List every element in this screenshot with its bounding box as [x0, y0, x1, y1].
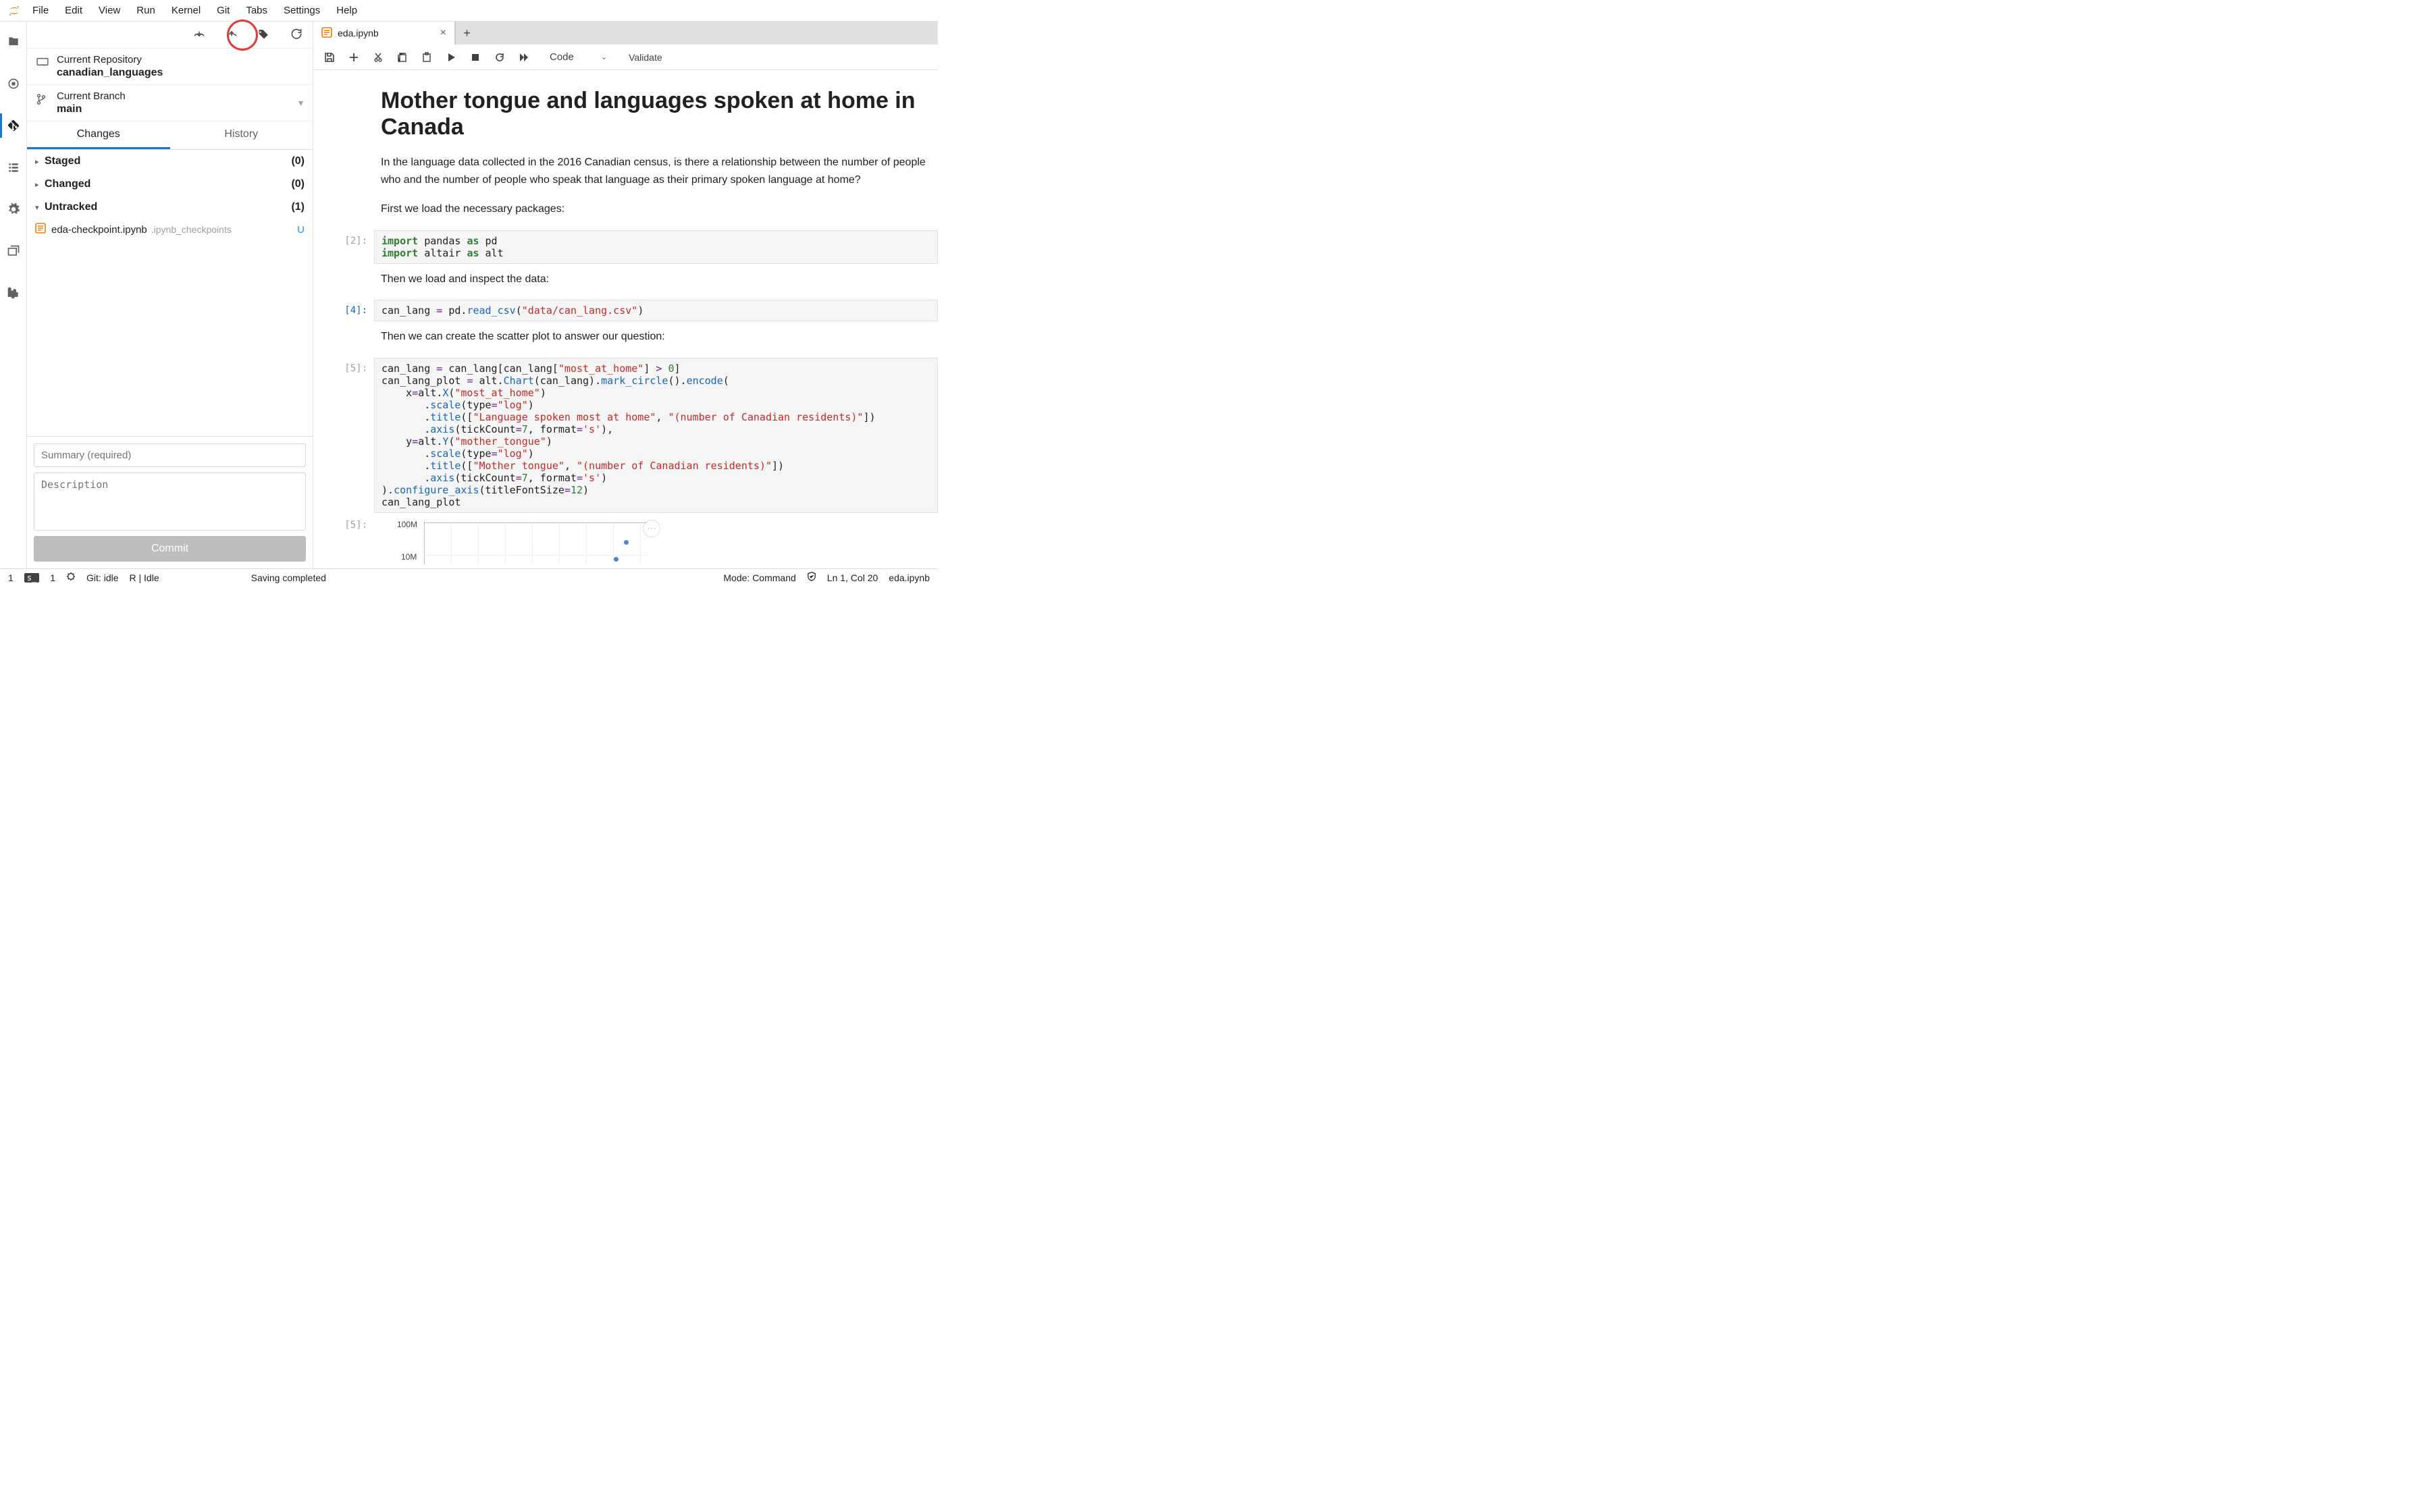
tab-filename: eda.ipynb — [338, 28, 379, 38]
run-all-icon[interactable] — [519, 52, 529, 63]
close-icon[interactable]: × — [440, 27, 446, 39]
code-cell[interactable]: can_lang = pd.read_csv("data/can_lang.cs… — [374, 300, 938, 321]
status-num: 1 — [8, 572, 14, 583]
menu-help[interactable]: Help — [328, 2, 365, 19]
cell-prompt: [5]: — [330, 358, 374, 513]
section-changed[interactable]: ▸ Changed (0) — [27, 173, 313, 196]
caret-down-icon: ▾ — [35, 203, 45, 212]
validate-button[interactable]: Validate — [629, 52, 662, 63]
repo-name: canadian_languages — [57, 67, 303, 79]
menu-settings[interactable]: Settings — [275, 2, 328, 19]
git-pull-icon[interactable] — [192, 28, 206, 42]
notebook-title: Mother tongue and languages spoken at ho… — [381, 88, 938, 140]
cut-icon[interactable] — [373, 52, 384, 63]
activity-toc[interactable] — [0, 155, 27, 180]
activity-tabs-icon[interactable] — [0, 239, 27, 263]
activity-extensions[interactable] — [0, 281, 27, 305]
git-push-icon[interactable] — [225, 28, 238, 42]
git-tab-changes[interactable]: Changes — [27, 122, 170, 149]
repo-icon — [36, 54, 49, 68]
git-tab-history[interactable]: History — [170, 122, 313, 149]
status-git[interactable]: Git: idle — [86, 572, 118, 583]
notebook-paragraph: Then we load and inspect the data: — [381, 271, 938, 288]
status-kernel[interactable]: R | Idle — [130, 572, 159, 583]
kernel-settings-icon[interactable] — [66, 572, 76, 583]
scatter-chart-output: ⋯ 100M 10M — [374, 520, 658, 564]
output-prompt: [5]: — [330, 520, 374, 564]
activity-filebrowser[interactable] — [0, 30, 27, 54]
notebook-paragraph: First we load the necessary packages: — [381, 200, 938, 218]
copy-icon[interactable] — [397, 52, 408, 63]
cell-prompt: [4]: — [330, 300, 374, 321]
menu-kernel[interactable]: Kernel — [163, 2, 209, 19]
celltype-select[interactable]: Code ⌄ — [550, 51, 607, 63]
notebook-paragraph: Then we can create the scatter plot to a… — [381, 328, 938, 346]
file-path: .ipynb_checkpoints — [151, 224, 232, 235]
notebook-tab[interactable]: eda.ipynb × — [313, 22, 455, 45]
notebook-paragraph: In the language data collected in the 20… — [381, 154, 938, 188]
chevron-down-icon: ⌄ — [601, 53, 607, 61]
stop-icon[interactable] — [470, 52, 481, 63]
untracked-file-row[interactable]: eda-checkpoint.ipynb .ipynb_checkpoints … — [27, 219, 313, 240]
menu-tabs[interactable]: Tabs — [238, 2, 275, 19]
status-position[interactable]: Ln 1, Col 20 — [827, 572, 878, 583]
file-status: U — [297, 224, 305, 236]
commit-description-input[interactable] — [34, 473, 306, 531]
branch-label: Current Branch — [57, 90, 290, 102]
restart-icon[interactable] — [494, 52, 505, 63]
activity-git[interactable] — [0, 113, 27, 138]
caret-right-icon: ▸ — [35, 157, 45, 166]
jupyter-logo — [4, 4, 24, 18]
file-name: eda-checkpoint.ipynb — [51, 224, 147, 236]
run-icon[interactable] — [446, 52, 456, 63]
commit-summary-input[interactable] — [34, 443, 306, 467]
menu-edit[interactable]: Edit — [57, 2, 90, 19]
terminal-badge[interactable]: s_ — [24, 573, 39, 583]
branch-name: main — [57, 103, 290, 115]
branch-selector[interactable]: Current Branch main ▾ — [27, 85, 313, 122]
cell-prompt: [2]: — [330, 230, 374, 264]
repo-label: Current Repository — [57, 54, 303, 65]
section-staged[interactable]: ▸ Staged (0) — [27, 150, 313, 173]
activity-running[interactable] — [0, 72, 27, 96]
menu-view[interactable]: View — [90, 2, 128, 19]
save-icon[interactable] — [324, 52, 335, 63]
scatter-point — [614, 557, 619, 562]
menu-git[interactable]: Git — [209, 2, 238, 19]
branch-icon — [36, 90, 49, 107]
paste-icon[interactable] — [421, 52, 432, 63]
add-cell-icon[interactable] — [348, 52, 359, 63]
code-cell[interactable]: can_lang = can_lang[can_lang["most_at_ho… — [374, 358, 938, 513]
commit-button[interactable]: Commit — [34, 536, 306, 562]
scatter-point — [624, 540, 629, 545]
trust-icon[interactable] — [807, 572, 816, 583]
activity-settings-icon[interactable] — [0, 197, 27, 221]
status-num: 1 — [50, 572, 55, 583]
status-filename[interactable]: eda.ipynb — [889, 572, 930, 583]
caret-right-icon: ▸ — [35, 180, 45, 189]
notebook-file-icon — [35, 223, 47, 236]
status-mode[interactable]: Mode: Command — [723, 572, 795, 583]
add-tab-button[interactable]: + — [455, 22, 478, 45]
status-saving: Saving completed — [251, 572, 326, 583]
notebook-file-icon — [321, 27, 332, 40]
menu-run[interactable]: Run — [128, 2, 163, 19]
git-refresh-icon[interactable] — [290, 28, 303, 42]
menu-file[interactable]: File — [24, 2, 57, 19]
git-tag-icon[interactable] — [257, 28, 271, 42]
chevron-down-icon: ▾ — [298, 90, 303, 109]
code-cell[interactable]: import pandas as pd import altair as alt — [374, 230, 938, 264]
section-untracked[interactable]: ▾ Untracked (1) — [27, 196, 313, 219]
